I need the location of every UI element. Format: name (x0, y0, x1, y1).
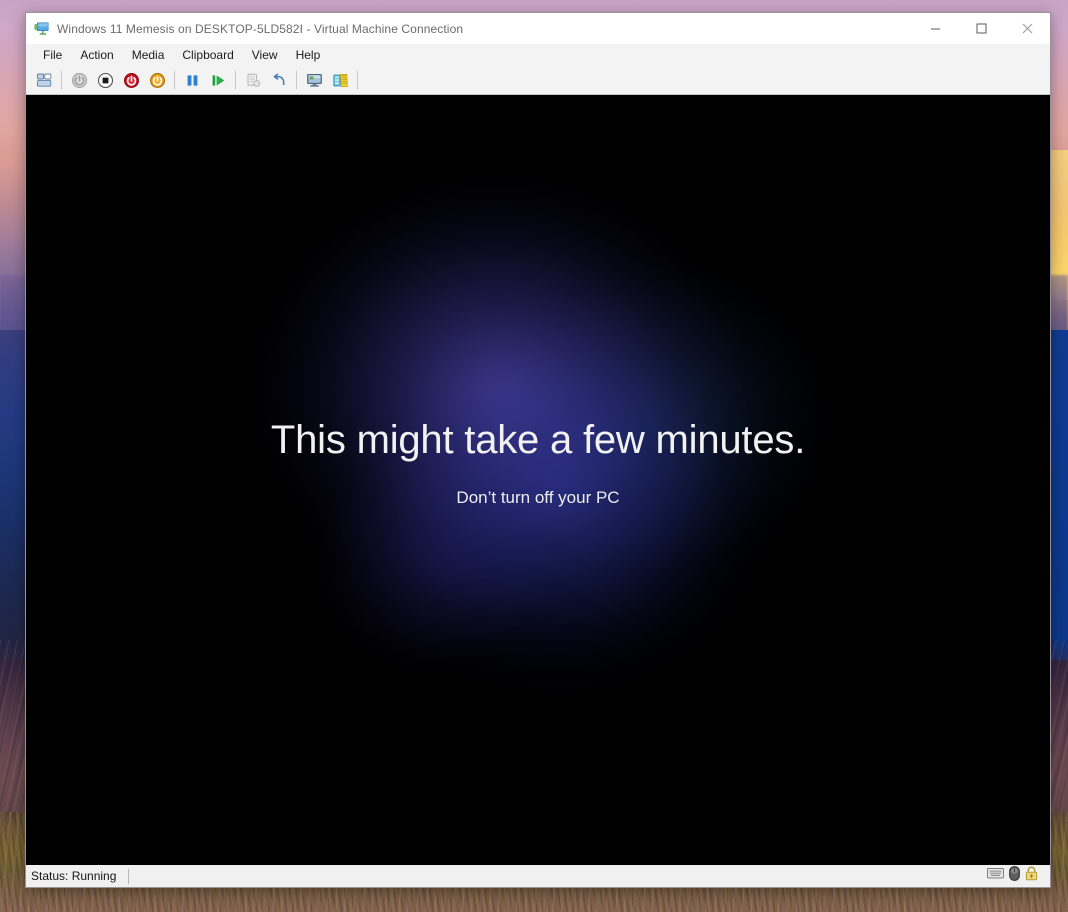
start-icon[interactable] (67, 68, 91, 92)
window-controls (912, 13, 1050, 44)
status-text: Status: Running (31, 869, 117, 883)
virtual-machine-monitor-icon (34, 21, 50, 37)
toolbar-separator (61, 71, 62, 89)
reset-icon[interactable] (206, 68, 230, 92)
save-state-icon[interactable] (93, 68, 117, 92)
minimize-button[interactable] (912, 13, 958, 44)
menu-item-clipboard[interactable]: Clipboard (173, 46, 242, 64)
keyboard-icon[interactable] (987, 867, 1004, 885)
status-icon-group (987, 866, 1046, 886)
checkpoint-icon[interactable] (241, 68, 265, 92)
menubar: File Action Media Clipboard View Help (26, 44, 1050, 66)
lock-icon[interactable] (1025, 866, 1038, 886)
revert-icon[interactable] (267, 68, 291, 92)
vm-screen[interactable]: This might take a few minutes. Don’t tur… (26, 95, 1050, 865)
vm-message-block: This might take a few minutes. Don’t tur… (26, 95, 1050, 865)
mouse-icon[interactable] (1009, 866, 1020, 886)
maximize-button[interactable] (958, 13, 1004, 44)
close-button[interactable] (1004, 13, 1050, 44)
settings-icon[interactable] (328, 68, 352, 92)
toolbar-separator (174, 71, 175, 89)
toolbar-separator (296, 71, 297, 89)
window-title: Windows 11 Memesis on DESKTOP-5LD582I - … (57, 21, 464, 36)
menu-item-help[interactable]: Help (287, 46, 330, 64)
ctrl-alt-delete-icon[interactable] (32, 68, 56, 92)
status-separator (128, 868, 130, 884)
turn-off-icon[interactable] (119, 68, 143, 92)
menu-item-file[interactable]: File (34, 46, 71, 64)
toolbar-separator (357, 71, 358, 89)
menu-item-view[interactable]: View (243, 46, 287, 64)
shut-down-icon[interactable] (145, 68, 169, 92)
menu-item-action[interactable]: Action (71, 46, 122, 64)
pause-icon[interactable] (180, 68, 204, 92)
enhanced-session-icon[interactable] (302, 68, 326, 92)
menu-item-media[interactable]: Media (123, 46, 174, 64)
toolbar (26, 66, 1050, 95)
statusbar: Status: Running (26, 865, 1050, 887)
vm-headline: This might take a few minutes. (270, 418, 806, 462)
toolbar-separator (235, 71, 236, 89)
vm-subtext: Don’t turn off your PC (456, 488, 620, 507)
virtual-machine-connection-window: Windows 11 Memesis on DESKTOP-5LD582I - … (25, 12, 1051, 888)
window-titlebar[interactable]: Windows 11 Memesis on DESKTOP-5LD582I - … (26, 13, 1050, 44)
